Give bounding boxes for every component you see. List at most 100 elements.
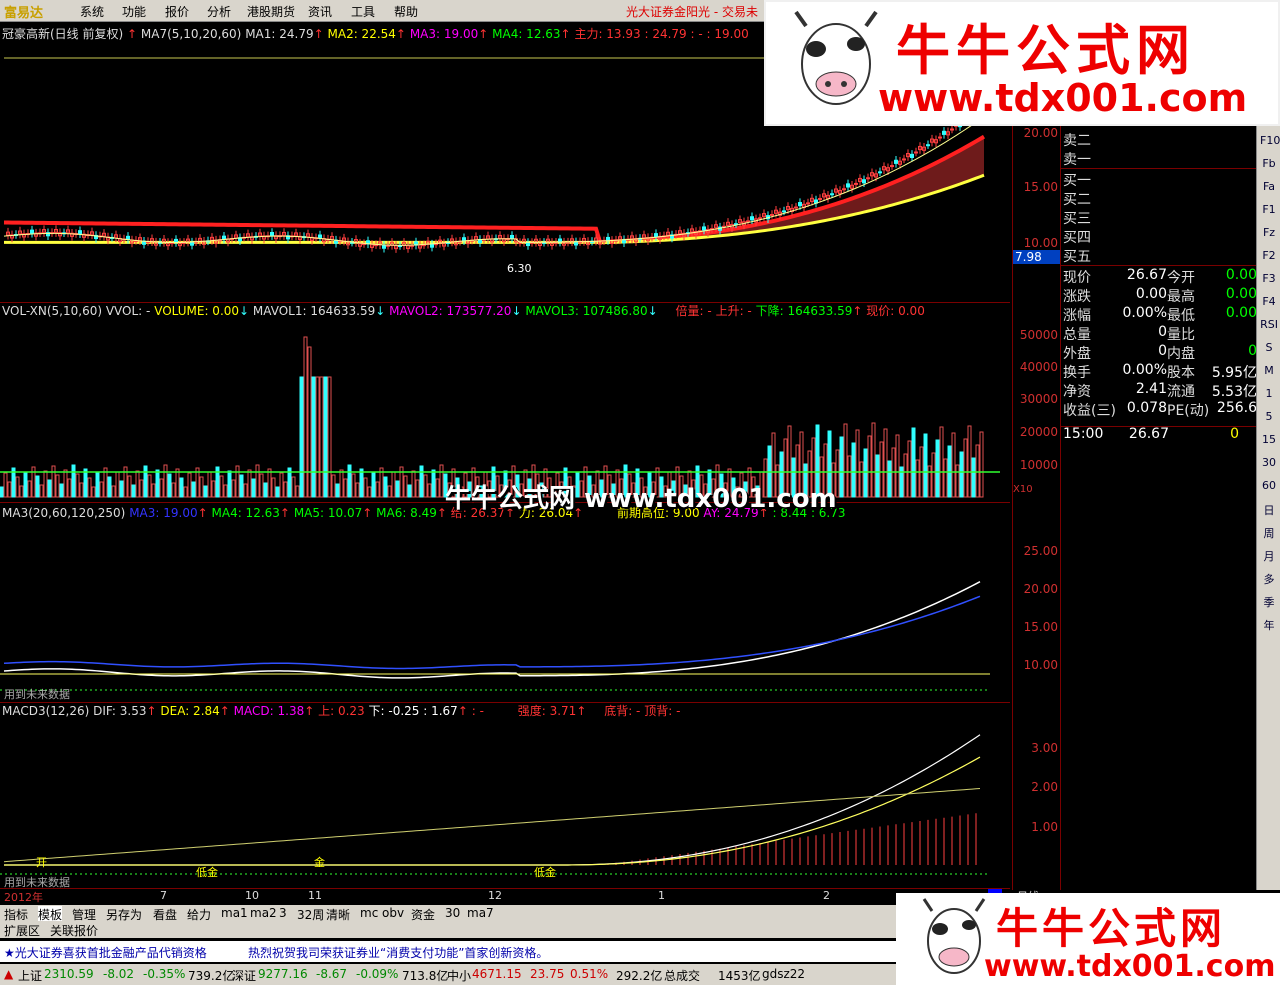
pane2-header: VOL-XN(5,10,60) VVOL: - VOLUME: 0.00↓ MA… — [2, 304, 925, 318]
volume-bar — [843, 423, 848, 498]
sz-name[interactable]: 深证 — [232, 967, 256, 984]
volume-bar — [27, 480, 32, 498]
sh-name[interactable]: 上证 — [18, 967, 42, 984]
indicator-tab-12[interactable]: obv — [382, 906, 404, 920]
volume-bar — [927, 465, 932, 498]
volume-bar — [391, 471, 396, 498]
axis-tick: 3.00 — [1031, 741, 1058, 755]
candle-body — [30, 229, 34, 234]
ma4-value: MA4: 12.63 — [492, 27, 561, 41]
volume-bar — [267, 468, 272, 498]
watermark-url: www.tdx001.com — [878, 76, 1248, 120]
toolbar-button-1[interactable]: Fb — [1260, 157, 1278, 173]
news-item[interactable]: 热烈祝贺我司荣获证券业“消费支付功能”首家创新资格。 — [248, 944, 548, 961]
vvol-value: VVOL: - — [105, 304, 151, 318]
menu-tools[interactable]: 工具 — [351, 3, 375, 20]
ext-tab[interactable]: 扩展区 — [4, 922, 40, 939]
candle-body — [942, 130, 946, 135]
pane3-ma3: MA3: 19.00 — [129, 506, 198, 520]
macd-value: MACD: 1.38 — [233, 704, 305, 718]
toolbar-button-2[interactable]: Fa — [1260, 180, 1278, 196]
toolbar-button-14[interactable]: 30 — [1260, 456, 1278, 472]
indicator-tab-15[interactable]: ma7 — [467, 906, 494, 920]
toolbar-button-21[interactable]: 年 — [1260, 617, 1278, 633]
toolbar-button-9[interactable]: S — [1260, 341, 1278, 357]
volume-bar — [3, 472, 8, 498]
volume-bar — [51, 465, 56, 498]
toolbar-button-0[interactable]: F10 — [1260, 134, 1280, 150]
app-logo: 富易达 — [4, 6, 44, 21]
toolbar-button-13[interactable]: 15 — [1260, 433, 1278, 449]
x-month: 1 — [658, 889, 665, 902]
volume-bar — [367, 486, 372, 498]
toolbar-button-18[interactable]: 月 — [1260, 548, 1278, 564]
candle-body — [794, 206, 798, 209]
menu-quote[interactable]: 报价 — [165, 3, 189, 20]
volume-bar — [259, 473, 264, 498]
xiajiang-value: 下降: 164633.59 — [755, 304, 853, 318]
volume-bar — [111, 485, 116, 498]
menu-news[interactable]: 资讯 — [308, 3, 332, 20]
toolbar-button-19[interactable]: 多 — [1260, 571, 1278, 587]
menu-hk-futures[interactable]: 港股期货 — [247, 3, 295, 20]
toolbar-button-7[interactable]: F4 — [1260, 295, 1278, 311]
candle-body — [654, 233, 658, 238]
low-price-label: 6.30 — [507, 262, 532, 275]
quote-row: 换手 0.00% 股本 5.95亿 — [1063, 362, 1257, 381]
news-item[interactable]: ★光大证券喜获首批金融产品代销资格 — [4, 944, 207, 961]
candle-body — [938, 136, 942, 139]
dingbei-value: 顶背: - — [644, 704, 681, 718]
toolbar-button-20[interactable]: 季 — [1260, 594, 1278, 610]
volume-bar — [907, 440, 912, 498]
sh-pct: -0.35% — [143, 967, 186, 981]
volume-bar — [239, 474, 244, 498]
axis-tick: 25.00 — [1023, 544, 1058, 558]
pane1-extra: : - : 19.00 — [690, 27, 749, 41]
indicator-tab-8[interactable]: 3 — [279, 906, 287, 920]
indicator-tab-14[interactable]: 30 — [445, 906, 460, 920]
chart-area[interactable]: 冠豪高新(日线 前复权) ↑ MA7(5,10,20,60) MA1: 24.7… — [0, 22, 1010, 904]
menu-function[interactable]: 功能 — [122, 3, 146, 20]
zx-name[interactable]: 中小 — [447, 967, 471, 984]
toolbar-button-11[interactable]: 1 — [1260, 387, 1278, 403]
volume-bar — [95, 472, 100, 498]
indicator-tab-7[interactable]: ma2 — [250, 906, 277, 920]
volume-bar — [979, 431, 984, 498]
volume-bar — [875, 454, 880, 498]
candle-body — [222, 235, 226, 240]
volume-bar — [147, 474, 152, 498]
volume-bar — [223, 484, 228, 498]
chart-canvas[interactable] — [0, 22, 1010, 890]
toolbar-button-3[interactable]: F1 — [1260, 203, 1278, 219]
related-quote-tab[interactable]: 关联报价 — [50, 922, 98, 939]
indicator-tab-11[interactable]: mc — [360, 906, 378, 920]
volume-bar — [143, 465, 148, 498]
toolbar-button-12[interactable]: 5 — [1260, 410, 1278, 426]
toolbar-button-17[interactable]: 周 — [1260, 525, 1278, 541]
menu-analysis[interactable]: 分析 — [207, 3, 231, 20]
zx-amount: 292.2亿 — [616, 969, 663, 983]
menu-help[interactable]: 帮助 — [394, 3, 418, 20]
toolbar-button-6[interactable]: F3 — [1260, 272, 1278, 288]
toolbar-button-4[interactable]: Fz — [1260, 226, 1278, 242]
indicator-tab-6[interactable]: ma1 — [221, 906, 248, 920]
candle-body — [510, 234, 514, 240]
volume-bar — [207, 471, 212, 498]
toolbar-button-8[interactable]: RSI — [1260, 318, 1278, 334]
menu-system[interactable]: 系统 — [80, 3, 104, 20]
toolbar-button-5[interactable]: F2 — [1260, 249, 1278, 265]
volume-bar — [219, 475, 224, 498]
total-label: 总成交 — [664, 969, 701, 983]
volume-bar — [83, 468, 88, 498]
toolbar-button-10[interactable]: M — [1260, 364, 1278, 380]
toolbar-button-16[interactable]: 日 — [1260, 502, 1278, 518]
volume-bar — [151, 483, 156, 498]
volume-bar — [887, 460, 892, 498]
volume-bar — [159, 478, 164, 498]
volume-bar — [79, 482, 84, 498]
quote-row: 总量 0 量比 — [1063, 324, 1195, 343]
volume-bar — [323, 376, 328, 498]
watermark-banner-bottom: 牛牛公式网 www.tdx001.com — [896, 893, 1280, 985]
toolbar-button-15[interactable]: 60 — [1260, 479, 1278, 495]
volume-bar — [283, 481, 288, 498]
